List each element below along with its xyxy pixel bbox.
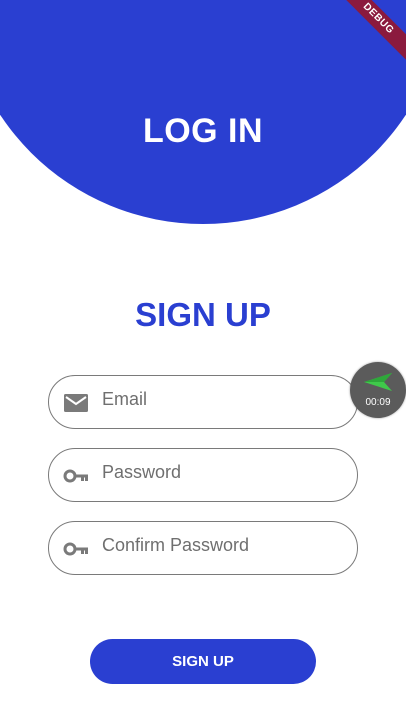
signup-title: SIGN UP [135,296,271,333]
email-input[interactable] [102,384,342,414]
send-arrow-icon [362,370,394,394]
confirm-password-field[interactable] [48,521,358,575]
login-title[interactable]: LOG IN [0,112,406,151]
password-input[interactable] [102,457,342,487]
confirm-password-input[interactable] [102,530,342,560]
password-field[interactable] [48,448,358,502]
recorder-time: 00:09 [365,397,391,408]
mail-icon [63,391,89,415]
screen: LOG IN DEBUG SIGN UP Email 00:09 SIGN UP [0,0,406,720]
signup-button[interactable]: SIGN UP [90,639,316,684]
key-icon [63,464,89,488]
screen-recorder-bubble[interactable]: 00:09 [350,362,406,418]
key-icon [63,537,89,561]
email-field[interactable] [48,375,358,429]
